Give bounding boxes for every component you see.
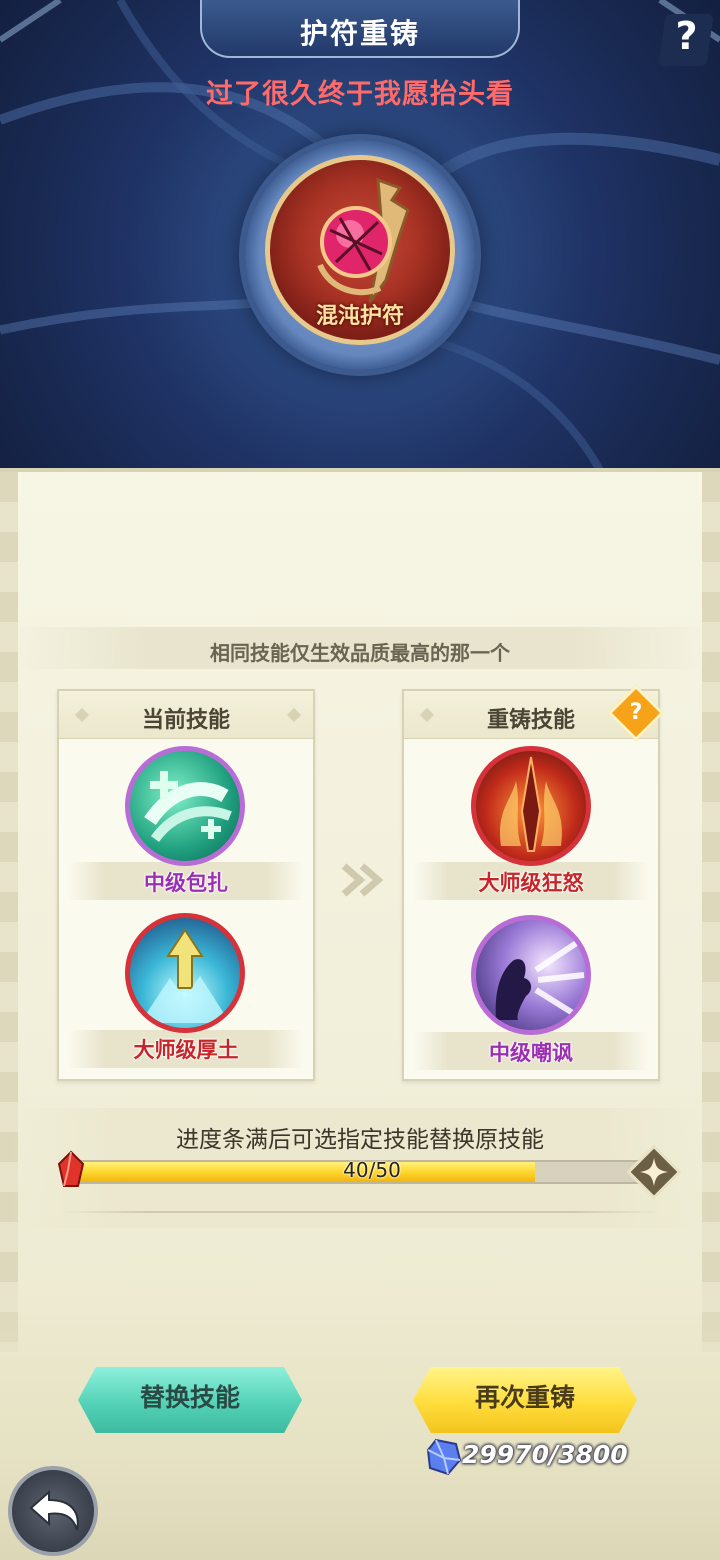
- bandage-icon: [144, 771, 232, 843]
- reforge-again-button[interactable]: 再次重铸: [413, 1367, 637, 1433]
- replace-skill-button[interactable]: 替换技能: [78, 1367, 302, 1433]
- back-button[interactable]: [8, 1466, 98, 1556]
- flame-blade-icon: [499, 756, 563, 852]
- current-skills-header: 当前技能: [59, 691, 313, 739]
- current-skill-2-name: 大师级厚土: [133, 1038, 239, 1062]
- reforged-skill-1-name: 大师级狂怒: [478, 871, 584, 895]
- progress-caption: 进度条满后可选指定技能替换原技能: [176, 1127, 544, 1153]
- amulet-name: 混沌护符: [315, 304, 404, 329]
- help-button[interactable]: ?: [658, 14, 714, 66]
- current-skills-title: 当前技能: [141, 708, 230, 733]
- reforged-skills-header: 重铸技能 ?: [404, 684, 665, 742]
- taunt-shout-icon: [495, 937, 585, 1020]
- current-skill-1-name: 中级包扎: [144, 871, 228, 895]
- current-skill-2[interactable]: [125, 913, 245, 1033]
- page-title: 护符重铸: [299, 17, 420, 50]
- question-mark-icon: ?: [629, 700, 643, 725]
- reforged-skill-2-name: 中级嘲讽: [489, 1041, 573, 1065]
- sparkle-badge-icon[interactable]: [624, 1142, 684, 1202]
- red-gem-icon: [57, 1150, 85, 1187]
- reforged-skill-1[interactable]: [471, 746, 591, 866]
- crystal-icon: [426, 1438, 462, 1476]
- current-skill-1[interactable]: [125, 746, 245, 866]
- progress-value: 40/50: [343, 1158, 401, 1182]
- chaos-amulet-icon: [317, 177, 410, 303]
- reforged-skill-2[interactable]: [471, 915, 591, 1035]
- reforge-cost: 29970/3800: [462, 1440, 628, 1469]
- amulet-subtitle: 过了很久终于我愿抬头看: [206, 79, 514, 110]
- earth-arrow-icon: [140, 928, 230, 1023]
- back-arrow-icon: [29, 1489, 79, 1531]
- double-chevron-right-icon: [341, 863, 384, 897]
- skill-rule-note: 相同技能仅生效品质最高的那一个: [210, 641, 510, 665]
- divider: [60, 1211, 660, 1213]
- question-mark-icon: ?: [675, 14, 698, 58]
